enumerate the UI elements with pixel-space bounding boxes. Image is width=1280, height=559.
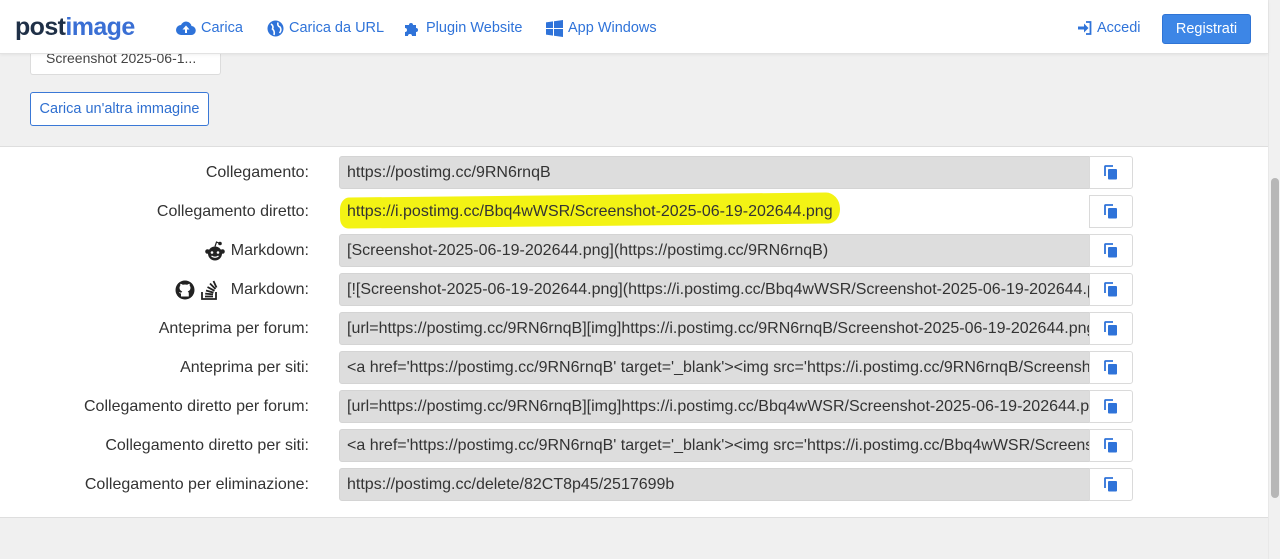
login-link[interactable]: Accedi — [1078, 17, 1141, 39]
copy-icon — [1104, 360, 1117, 375]
link-label-text: Collegamento diretto per siti: — [105, 436, 309, 454]
globe-icon — [267, 20, 284, 36]
login-label: Accedi — [1097, 20, 1141, 36]
link-label-text: Collegamento per eliminazione: — [84, 475, 309, 493]
upload-another-button[interactable]: Carica un'altra immagine — [30, 92, 209, 126]
link-row-markdown-reddit: Markdown: [Screenshot-2025-06-19-202644.… — [0, 234, 1268, 267]
logo-text-image: image — [65, 13, 135, 41]
copy-button[interactable] — [1089, 273, 1133, 306]
nav-plugin-website-label: Plugin Website — [426, 20, 523, 36]
page-scrollbar[interactable] — [1268, 0, 1280, 559]
copy-icon — [1104, 282, 1117, 297]
copy-button[interactable] — [1089, 234, 1133, 267]
link-field[interactable]: <a href='https://postimg.cc/9RN6rnqB' ta… — [339, 351, 1090, 384]
register-button[interactable]: Registrati — [1162, 14, 1251, 44]
link-label-text: Markdown: — [230, 241, 309, 259]
link-row-forum-thumb: Anteprima per forum: [url=https://postim… — [0, 312, 1268, 345]
link-label: Markdown: — [204, 234, 309, 267]
links-panel: Collegamento: https://postimg.cc/9RN6rnq… — [0, 146, 1268, 518]
link-label: Collegamento per eliminazione: — [85, 468, 309, 501]
logo-text-post: post — [15, 13, 66, 41]
navbar: postimage Carica Carica da URL Plugin We… — [0, 0, 1268, 54]
copy-icon — [1104, 165, 1117, 180]
link-field[interactable]: https://i.postimg.cc/Bbq4wWSR/Screenshot… — [339, 195, 1090, 228]
copy-icon — [1104, 399, 1117, 414]
link-row-site-direct: Collegamento diretto per siti: <a href='… — [0, 429, 1268, 462]
reddit-icon — [204, 240, 225, 260]
nav-plugin-website[interactable]: Plugin Website — [404, 17, 522, 39]
link-row-forum-direct: Collegamento diretto per forum: [url=htt… — [0, 390, 1268, 423]
link-row-direct: Collegamento diretto: https://i.postimg.… — [0, 195, 1268, 228]
nav-upload-label: Carica — [201, 20, 243, 36]
link-label-text: Collegamento diretto: — [156, 202, 309, 220]
link-field[interactable]: [url=https://postimg.cc/9RN6rnqB][img]ht… — [339, 312, 1090, 345]
copy-icon — [1104, 243, 1117, 258]
link-label-text: Markdown: — [230, 280, 309, 298]
copy-button[interactable] — [1089, 390, 1133, 423]
copy-button[interactable] — [1089, 429, 1133, 462]
postimage-logo[interactable]: postimage — [15, 13, 135, 41]
link-row-page: Collegamento: https://postimg.cc/9RN6rnq… — [0, 156, 1268, 189]
link-label-text: Anteprima per siti: — [180, 358, 309, 376]
copy-icon — [1104, 438, 1117, 453]
windows-icon — [546, 19, 563, 37]
copy-button[interactable] — [1089, 156, 1133, 189]
puzzle-icon — [405, 22, 418, 36]
link-label: Anteprima per forum: — [159, 312, 309, 345]
link-field[interactable]: https://postimg.cc/delete/82CT8p45/25176… — [339, 468, 1090, 501]
link-label-text: Collegamento diretto per forum: — [84, 397, 309, 415]
thumbnail-caption: Screenshot 2025-06-1... — [46, 54, 197, 66]
copy-icon — [1104, 204, 1117, 219]
link-field[interactable]: <a href='https://postimg.cc/9RN6rnqB' ta… — [339, 429, 1090, 462]
link-label: Collegamento diretto per siti: — [105, 429, 309, 462]
copy-icon — [1104, 477, 1117, 492]
link-row-delete: Collegamento per eliminazione: https://p… — [0, 468, 1268, 501]
github-icon — [175, 280, 195, 299]
stack-overflow-icon — [200, 280, 218, 300]
link-label: Anteprima per siti: — [180, 351, 309, 384]
copy-button[interactable] — [1089, 312, 1133, 345]
link-label-text: Collegamento: — [205, 163, 309, 181]
copy-button[interactable] — [1089, 468, 1133, 501]
nav-upload-url-label: Carica da URL — [289, 20, 385, 36]
link-field[interactable]: [![Screenshot-2025-06-19-202644.png](htt… — [339, 273, 1090, 306]
nav-app-windows[interactable]: App Windows — [546, 17, 657, 39]
nav-upload[interactable]: Carica — [176, 17, 243, 39]
upload-result-area: Screenshot 2025-06-1... Carica un'altra … — [0, 54, 1268, 146]
nav-app-windows-label: App Windows — [568, 20, 657, 36]
link-row-site-thumb: Anteprima per siti: <a href='https://pos… — [0, 351, 1268, 384]
copy-icon — [1104, 321, 1117, 336]
link-field[interactable]: [url=https://postimg.cc/9RN6rnqB][img]ht… — [339, 390, 1090, 423]
link-label: Collegamento: — [206, 156, 309, 189]
link-label: Collegamento diretto per forum: — [84, 390, 309, 423]
copy-button[interactable] — [1089, 195, 1133, 228]
thumbnail-card[interactable]: Screenshot 2025-06-1... — [30, 54, 221, 75]
link-label: Markdown: — [175, 273, 309, 306]
sign-in-icon — [1078, 21, 1092, 35]
cloud-upload-icon — [176, 21, 196, 36]
link-label: Collegamento diretto: — [157, 195, 309, 228]
link-label-text: Anteprima per forum: — [158, 319, 309, 337]
link-field[interactable]: https://postimg.cc/9RN6rnqB — [339, 156, 1090, 189]
copy-button[interactable] — [1089, 351, 1133, 384]
link-row-markdown-github: Markdown: [![Screenshot-2025-06-19-20264… — [0, 273, 1268, 306]
scrollbar-thumb[interactable] — [1271, 178, 1279, 498]
nav-upload-url[interactable]: Carica da URL — [267, 17, 384, 39]
link-field[interactable]: [Screenshot-2025-06-19-202644.png](https… — [339, 234, 1090, 267]
